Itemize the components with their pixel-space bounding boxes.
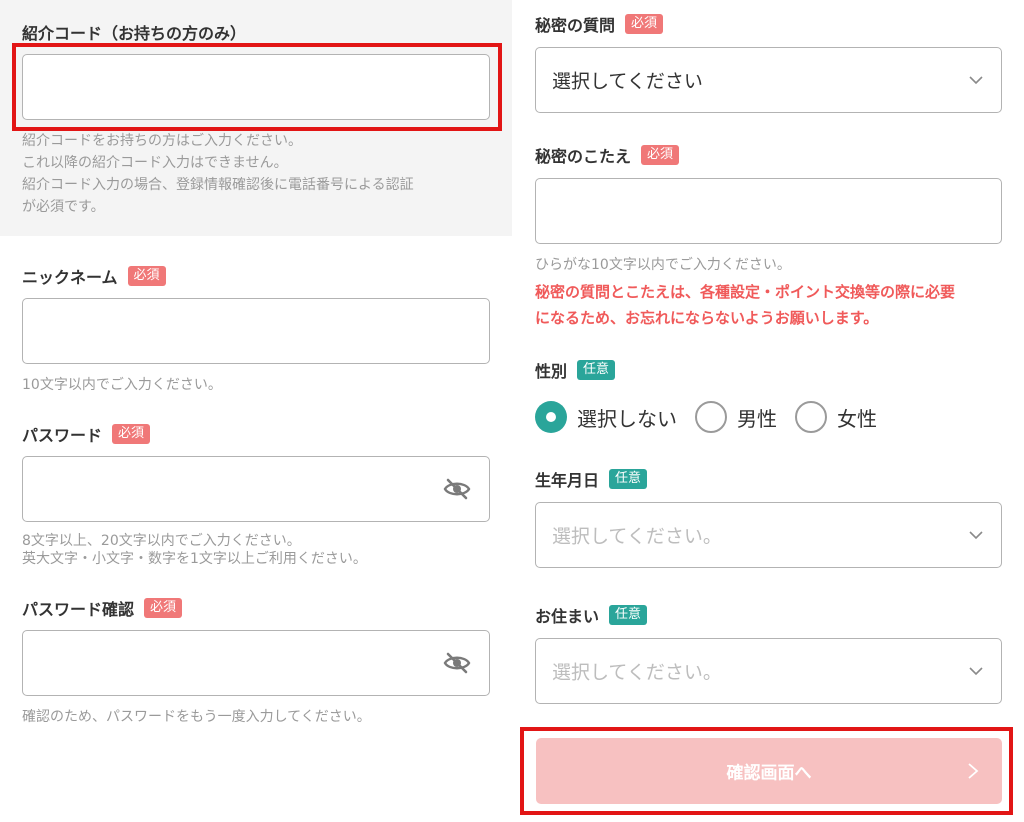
chevron-down-icon — [969, 531, 983, 540]
password-confirm-required-badge: 必須 — [144, 598, 183, 618]
nickname-label: ニックネーム — [22, 268, 118, 287]
highlight-box-submit — [520, 727, 1013, 815]
gender-radio-group: 選択しない 男性 女性 — [535, 401, 895, 433]
referral-hint-2: これ以降の紹介コード入力はできません。 — [22, 155, 288, 171]
residence-label-row: お住まい 任意 — [535, 603, 648, 627]
referral-label: 紹介コード（お持ちの方のみ） — [22, 24, 247, 43]
nickname-input[interactable] — [22, 298, 490, 364]
residence-label: お住まい — [535, 607, 600, 626]
chevron-down-icon — [969, 667, 983, 676]
gender-option-label: 男性 — [737, 406, 777, 431]
secret-question-label-row: 秘密の質問 必須 — [535, 12, 664, 36]
radio-unselected-icon[interactable] — [695, 401, 727, 433]
birthday-optional-badge: 任意 — [609, 469, 648, 489]
gender-option-none[interactable]: 選択しない — [535, 401, 677, 433]
secret-question-label: 秘密の質問 — [535, 16, 616, 35]
chevron-down-icon — [969, 76, 983, 85]
nickname-label-row: ニックネーム 必須 — [22, 264, 166, 288]
birthday-label: 生年月日 — [535, 471, 600, 490]
birthday-select[interactable]: 選択してください。 — [535, 502, 1002, 568]
password-required-badge: 必須 — [112, 424, 151, 444]
radio-selected-icon[interactable] — [535, 401, 567, 433]
secret-answer-required-badge: 必須 — [641, 145, 680, 165]
gender-label: 性別 — [535, 362, 568, 381]
eye-slash-icon[interactable] — [443, 477, 471, 501]
password-label: パスワード — [22, 426, 103, 445]
gender-option-male[interactable]: 男性 — [695, 401, 777, 433]
referral-hint-3: 紹介コード入力の場合、登録情報確認後に電話番号による認証 — [22, 177, 414, 193]
secret-question-selected: 選択してください — [552, 70, 703, 93]
residence-placeholder: 選択してください。 — [552, 661, 722, 684]
password-confirm-label-row: パスワード確認 必須 — [22, 596, 183, 620]
nickname-hint: 10文字以内でご入力ください。 — [22, 377, 222, 393]
gender-option-female[interactable]: 女性 — [795, 401, 877, 433]
residence-optional-badge: 任意 — [609, 605, 648, 625]
referral-hint-1: 紹介コードをお持ちの方はご入力ください。 — [22, 133, 302, 149]
password-confirm-label: パスワード確認 — [22, 600, 135, 619]
birthday-placeholder: 選択してください。 — [552, 525, 722, 548]
secret-warning-line-1: 秘密の質問とこたえは、各種設定・ポイント交換等の際に必要 — [535, 283, 956, 301]
password-label-row: パスワード 必須 — [22, 422, 151, 446]
gender-optional-badge: 任意 — [577, 360, 616, 380]
secret-answer-input[interactable] — [535, 178, 1002, 244]
radio-unselected-icon[interactable] — [795, 401, 827, 433]
highlight-box-referral — [12, 43, 502, 131]
secret-question-required-badge: 必須 — [625, 14, 664, 34]
gender-label-row: 性別 任意 — [535, 358, 616, 382]
eye-slash-icon[interactable] — [443, 651, 471, 675]
residence-select[interactable]: 選択してください。 — [535, 638, 1002, 704]
password-hint-1: 8文字以上、20文字以内でご入力ください。 — [22, 533, 301, 549]
secret-warning-line-2: になるため、お忘れにならないようお願いします。 — [535, 309, 879, 327]
secret-answer-label: 秘密のこたえ — [535, 147, 632, 166]
secret-answer-label-row: 秘密のこたえ 必須 — [535, 143, 680, 167]
gender-option-label: 選択しない — [577, 406, 677, 431]
gender-option-label: 女性 — [837, 406, 877, 431]
password-confirm-input[interactable] — [22, 630, 490, 696]
password-input[interactable] — [22, 456, 490, 522]
password-confirm-hint: 確認のため、パスワードをもう一度入力してください。 — [22, 709, 371, 725]
password-hint-2: 英大文字・小文字・数字を1文字以上ご利用ください。 — [22, 551, 367, 567]
secret-answer-hint: ひらがな10文字以内でご入力ください。 — [535, 257, 791, 273]
nickname-required-badge: 必須 — [127, 266, 166, 286]
birthday-label-row: 生年月日 任意 — [535, 467, 648, 491]
secret-question-select[interactable]: 選択してください — [535, 47, 1002, 113]
referral-label-row: 紹介コード（お持ちの方のみ） — [22, 20, 246, 44]
referral-hint-4: が必須です。 — [22, 199, 105, 215]
